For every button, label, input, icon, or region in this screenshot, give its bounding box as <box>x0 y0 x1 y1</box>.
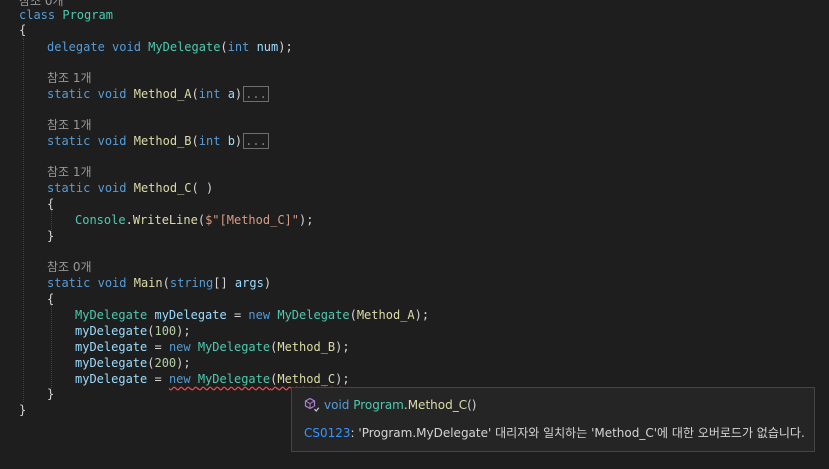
method-name: Main <box>133 276 163 290</box>
code-line-assign-method-c: myDelegate = new MyDelegate(Method_C); <box>75 372 350 386</box>
keyword-void: void <box>97 87 127 101</box>
tooltip-parens: () <box>467 398 477 412</box>
tooltip-class-name: Program <box>353 398 404 412</box>
keyword-class: class <box>19 8 56 22</box>
indent-guide <box>23 38 24 402</box>
keyword-int: int <box>227 40 250 54</box>
code-line-close-brace: } <box>19 403 27 417</box>
code-editor[interactable]: 참조 0개 class Program { delegate void MyDe… <box>0 0 829 469</box>
code-lens-references[interactable]: 참조 1개 <box>47 70 92 86</box>
keyword-void: void <box>97 134 127 148</box>
keyword-void: void <box>97 276 127 290</box>
keyword-static: static <box>47 87 91 101</box>
delegate-type-name: MyDelegate <box>197 372 271 386</box>
tooltip-error-line: CS0123: 'Program.MyDelegate' 대리자와 일치하는 '… <box>304 424 805 442</box>
keyword-new: new <box>168 372 191 386</box>
code-lens-references[interactable]: 참조 1개 <box>47 164 92 180</box>
error-message: : 'Program.MyDelegate' 대리자와 일치하는 'Method… <box>350 426 805 440</box>
code-line-assign-method-b: myDelegate = new MyDelegate(Method_B); <box>75 340 350 354</box>
code-line-class-decl: class Program <box>19 7 113 23</box>
code-line-close-brace: } <box>47 229 55 243</box>
param-name: num <box>256 40 279 54</box>
method-name: Method_B <box>277 340 336 354</box>
method-name: Method_A <box>356 308 415 322</box>
string-literal: $"[Method_C]" <box>205 213 299 227</box>
code-line-delegate-decl: delegate void MyDelegate(int num); <box>47 40 293 54</box>
keyword-static: static <box>47 181 91 195</box>
code-lens-references[interactable]: 참조 0개 <box>47 259 92 275</box>
keyword-void: void <box>97 181 127 195</box>
error-squiggle[interactable]: new MyDelegate(Method_C) <box>169 372 342 386</box>
tooltip-return-type: void <box>324 398 350 412</box>
number-literal: 100 <box>154 324 177 338</box>
method-icon <box>304 397 320 413</box>
keyword-int: int <box>198 87 221 101</box>
indent-guide <box>51 304 52 388</box>
code-line-method-b: static void Method_B(int b)... <box>47 133 269 149</box>
variable-name: myDelegate <box>75 340 148 354</box>
keyword-string: string <box>169 276 214 290</box>
code-line-main: static void Main(string[] args) <box>47 276 272 290</box>
variable-name: myDelegate <box>75 372 148 386</box>
code-line-console-writeline: Console.WriteLine($"[Method_C]"); <box>75 213 314 227</box>
keyword-static: static <box>47 276 91 290</box>
tooltip-method-name: Method_C <box>407 398 468 412</box>
tooltip-signature: void Program. Method_C() <box>304 396 476 414</box>
method-name: Method_B <box>133 134 192 148</box>
code-line-method-c: static void Method_C( ) <box>47 181 214 195</box>
keyword-static: static <box>47 134 91 148</box>
collapsed-region-button[interactable]: ... <box>243 86 269 102</box>
code-line-open-brace: { <box>47 197 55 211</box>
code-line-invoke-100: myDelegate(100); <box>75 324 191 338</box>
method-name: Method_C <box>133 181 192 195</box>
param-name: a <box>227 87 235 101</box>
method-name: Method_A <box>133 87 192 101</box>
collapsed-region-button[interactable]: ... <box>243 133 269 149</box>
variable-name: myDelegate <box>75 324 148 338</box>
delegate-type-name: MyDelegate <box>75 308 148 322</box>
code-line-method-a: static void Method_A(int a)... <box>47 86 269 102</box>
code-line-close-brace: } <box>47 387 55 401</box>
code-line-invoke-200: myDelegate(200); <box>75 356 191 370</box>
code-line-declare-delegate: MyDelegate myDelegate = new MyDelegate(M… <box>75 308 430 322</box>
keyword-delegate: delegate <box>47 40 105 54</box>
number-literal: 200 <box>154 356 177 370</box>
keyword-new: new <box>168 340 191 354</box>
delegate-type-name: MyDelegate <box>148 40 221 54</box>
code-line-open-brace: { <box>19 23 27 37</box>
keyword-new: new <box>248 308 271 322</box>
code-lens-references[interactable]: 참조 1개 <box>47 117 92 133</box>
console-class: Console <box>75 213 126 227</box>
keyword-void: void <box>112 40 141 54</box>
error-tooltip[interactable]: void Program. Method_C() CS0123: 'Program… <box>291 387 815 452</box>
delegate-type-name: MyDelegate <box>277 308 350 322</box>
variable-name: myDelegate <box>75 356 148 370</box>
variable-name: myDelegate <box>154 308 227 322</box>
keyword-int: int <box>198 134 221 148</box>
code-line-open-brace: { <box>47 292 55 306</box>
param-name: args <box>234 276 264 290</box>
method-name: WriteLine <box>132 213 198 227</box>
error-code-link[interactable]: CS0123 <box>304 426 351 440</box>
class-name: Program <box>62 8 113 22</box>
method-name: Method_C <box>277 372 336 386</box>
delegate-type-name: MyDelegate <box>197 340 271 354</box>
param-name: b <box>227 134 235 148</box>
